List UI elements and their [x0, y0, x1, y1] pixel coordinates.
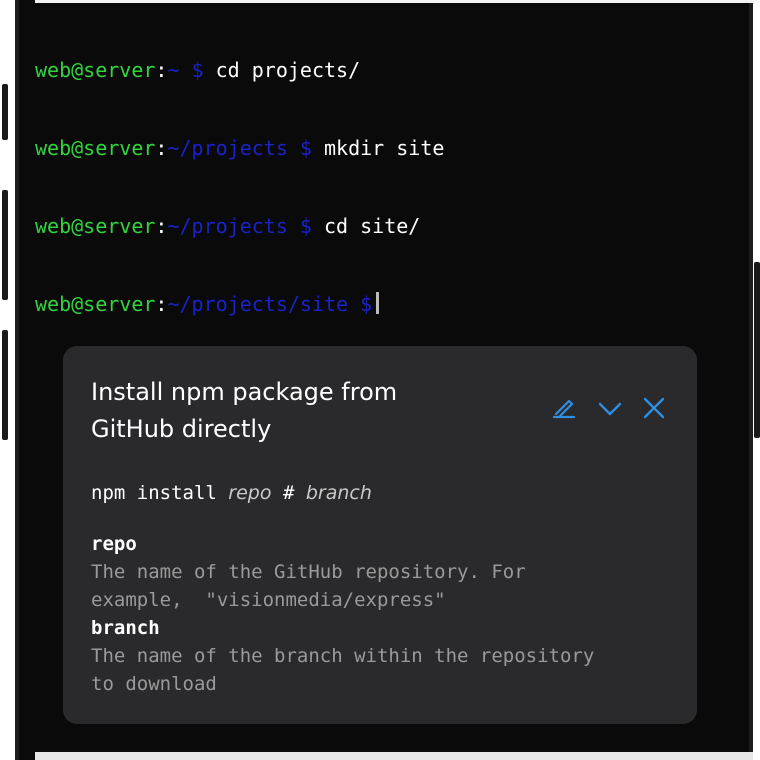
- screen-bottom-edge: [35, 752, 753, 760]
- param-name: branch: [91, 617, 160, 639]
- prompt-colon: :: [155, 58, 168, 82]
- prompt-colon: :: [155, 292, 168, 316]
- side-button-volume-down: [2, 330, 8, 440]
- prompt-user: web@server: [35, 214, 156, 238]
- syntax-command: npm install: [91, 482, 217, 504]
- param-name: repo: [91, 533, 137, 555]
- syntax-arg-repo: repo: [228, 482, 272, 504]
- card-title-line-2: GitHub directly: [91, 415, 272, 443]
- chevron-down-icon[interactable]: [595, 396, 625, 422]
- prompt-user: web@server: [35, 292, 156, 316]
- syntax-arg-branch: branch: [305, 482, 372, 504]
- prompt-path: ~ $: [167, 58, 204, 82]
- prompt-colon: :: [155, 136, 168, 160]
- side-button-power: [754, 262, 760, 438]
- command-text: cd site/: [324, 214, 421, 238]
- command-text: mkdir site: [324, 136, 445, 160]
- screen-top-edge: [35, 0, 753, 3]
- side-button-mute: [2, 84, 8, 140]
- terminal-line: web@server:~/projects $ cd site/: [35, 213, 745, 239]
- pencil-icon[interactable]: [549, 396, 579, 422]
- prompt-path: ~/projects $: [167, 136, 312, 160]
- terminal-line: web@server:~/projects $ mkdir site: [35, 135, 745, 161]
- card-title-line-1: Install npm package from: [91, 378, 398, 406]
- command-help-card: Install npm package from GitHub directly…: [63, 346, 697, 724]
- command-syntax: npm install repo # branch: [91, 482, 372, 504]
- close-icon[interactable]: [639, 396, 669, 422]
- text-cursor: [376, 292, 380, 314]
- syntax-separator: #: [282, 482, 295, 504]
- side-button-volume-up: [2, 190, 8, 300]
- card-title: Install npm package from GitHub directly: [91, 374, 471, 448]
- prompt-path: ~/projects/site $: [167, 292, 373, 316]
- prompt-user: web@server: [35, 136, 156, 160]
- param-description: The name of the branch within the reposi…: [91, 645, 595, 695]
- command-text: cd projects/: [215, 58, 361, 82]
- terminal-output[interactable]: web@server:~ $ cd projects/ web@server:~…: [35, 5, 745, 343]
- terminal-line-current[interactable]: web@server:~/projects/site $: [35, 291, 745, 317]
- prompt-user: web@server: [35, 58, 156, 82]
- param-description: The name of the GitHub repository. For e…: [91, 561, 526, 611]
- terminal-line: web@server:~ $ cd projects/: [35, 57, 745, 83]
- prompt-colon: :: [155, 214, 168, 238]
- parameter-list: repo The name of the GitHub repository. …: [91, 530, 681, 698]
- prompt-path: ~/projects $: [167, 214, 312, 238]
